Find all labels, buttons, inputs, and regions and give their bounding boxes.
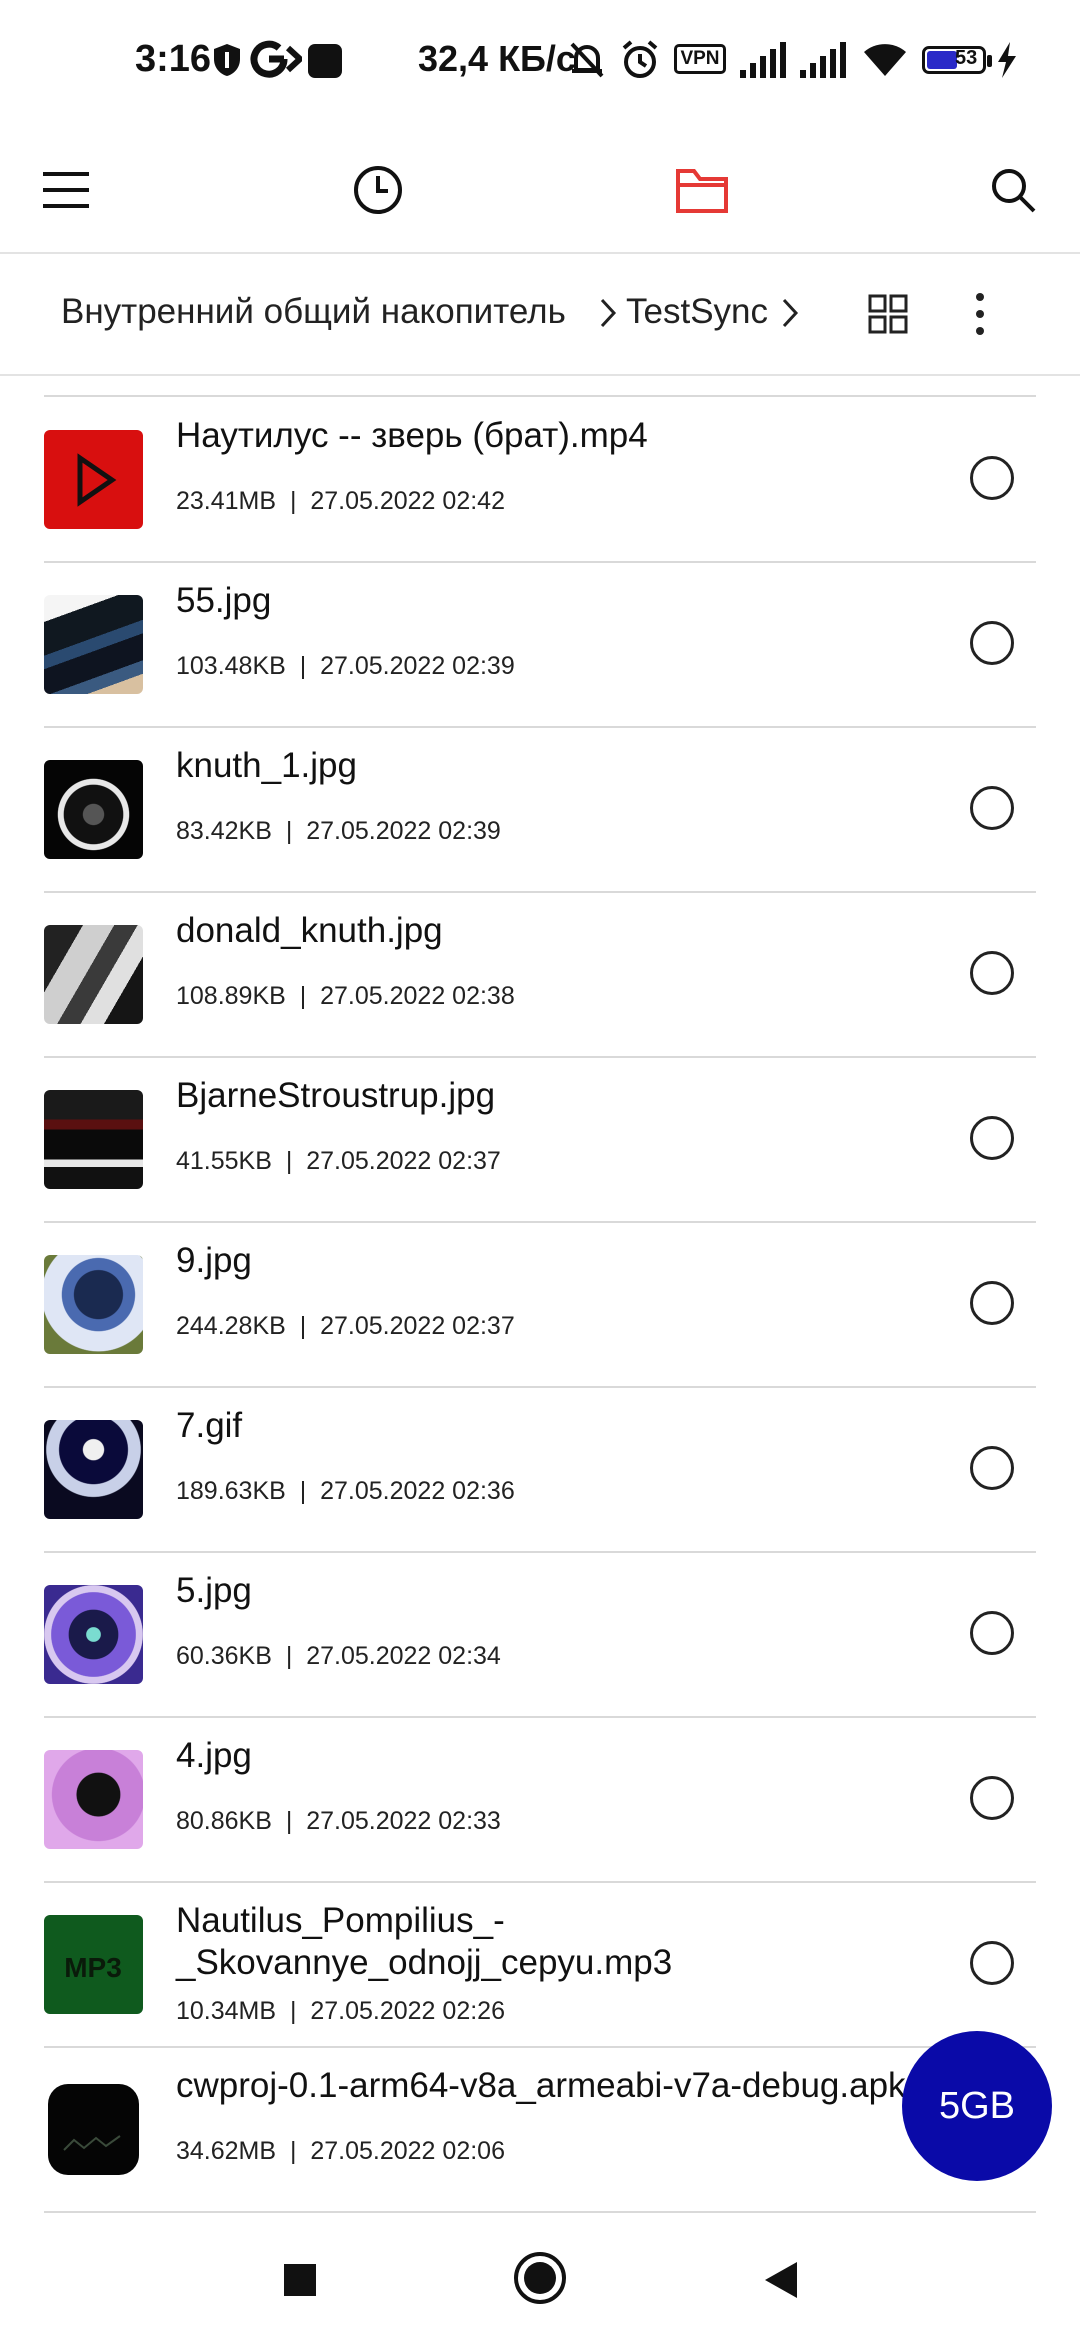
file-name: Nautilus_Pompilius_-_Skovannye_odnojj_ce… [176, 1901, 673, 1982]
breadcrumb-root[interactable]: Внутренний общий накопитель [61, 292, 566, 332]
home-button[interactable] [508, 2246, 572, 2310]
search-icon [992, 169, 1036, 213]
play-icon [77, 453, 117, 507]
file-name: 55.jpg [176, 581, 272, 620]
menu-button[interactable] [26, 150, 106, 230]
network-speed: 32,4 КБ/с [418, 38, 576, 79]
breadcrumb: Внутренний общий накопитель TestSync [0, 254, 1080, 376]
file-meta: 41.55KB | 27.05.2022 02:37 [176, 1147, 501, 1175]
files-button[interactable] [662, 150, 742, 230]
alarm-icon [622, 40, 658, 78]
battery-icon: 53 [922, 46, 992, 74]
file-name: donald_knuth.jpg [176, 911, 443, 950]
file-meta: 23.41MB | 27.05.2022 02:42 [176, 487, 505, 515]
image-thumbnail [44, 1090, 143, 1189]
file-row[interactable]: donald_knuth.jpg 108.89KB | 27.05.2022 0… [44, 892, 1036, 1058]
file-name: knuth_1.jpg [176, 746, 357, 785]
file-meta: 34.62MB | 27.05.2022 02:06 [176, 2137, 505, 2165]
image-thumbnail [44, 1420, 143, 1519]
select-radio[interactable] [970, 1281, 1014, 1325]
recents-button[interactable] [270, 2250, 330, 2310]
file-meta: 83.42KB | 27.05.2022 02:39 [176, 817, 501, 845]
file-meta: 60.36KB | 27.05.2022 02:34 [176, 1642, 501, 1670]
svg-text:MP3: MP3 [64, 1952, 122, 1983]
file-row[interactable]: BjarneStroustrup.jpg 41.55KB | 27.05.202… [44, 1057, 1036, 1223]
shield-icon [214, 44, 240, 76]
select-radio[interactable] [970, 951, 1014, 995]
file-name: 7.gif [176, 1406, 243, 1445]
mp3-thumbnail: MP3 [44, 1915, 143, 2014]
signal-icon [800, 42, 846, 78]
chevron-right-icon [782, 298, 799, 328]
mute-bell-icon [570, 42, 604, 78]
file-meta: 80.86KB | 27.05.2022 02:33 [176, 1807, 501, 1835]
image-thumbnail [44, 1750, 143, 1849]
back-button[interactable] [752, 2250, 812, 2310]
circle-icon [514, 2252, 566, 2304]
chevron-right-icon [600, 298, 617, 328]
file-row[interactable]: 9.jpg 244.28KB | 27.05.2022 02:37 [44, 1222, 1036, 1388]
app-square-icon [308, 44, 342, 78]
breadcrumb-current[interactable]: TestSync [626, 292, 768, 332]
square-icon [284, 2264, 316, 2296]
image-thumbnail [44, 760, 143, 859]
select-radio[interactable] [970, 786, 1014, 830]
status-bar: 3:16 32,4 КБ/с VPN 53 [0, 0, 1080, 120]
file-row[interactable]: 7.gif 189.63KB | 27.05.2022 02:36 [44, 1387, 1036, 1553]
image-thumbnail [44, 1585, 143, 1684]
triangle-back-icon [765, 2262, 797, 2298]
clock-icon [354, 166, 402, 214]
more-options-button[interactable] [940, 274, 1020, 354]
select-radio[interactable] [970, 1116, 1014, 1160]
file-row[interactable]: Наутилус -- зверь (брат).mp4 23.41MB | 2… [44, 397, 1036, 563]
file-row[interactable]: knuth_1.jpg 83.42KB | 27.05.2022 02:39 [44, 727, 1036, 893]
status-time: 3:16 [135, 38, 212, 80]
file-meta: 108.89KB | 27.05.2022 02:38 [176, 982, 515, 1010]
file-name: 4.jpg [176, 1736, 252, 1775]
select-radio[interactable] [970, 1776, 1014, 1820]
apk-thumbnail [44, 2080, 143, 2179]
file-name: BjarneStroustrup.jpg [176, 1076, 496, 1115]
wifi-icon [864, 44, 906, 76]
grid-view-icon [868, 294, 908, 334]
storage-fab[interactable]: 5GB [902, 2031, 1052, 2181]
image-thumbnail [44, 1255, 143, 1354]
file-meta: 103.48KB | 27.05.2022 02:39 [176, 652, 515, 680]
google-icon [250, 40, 302, 78]
file-meta: 10.34MB | 27.05.2022 02:26 [176, 1997, 505, 2025]
video-thumbnail [44, 430, 143, 529]
file-row[interactable]: 55.jpg 103.48KB | 27.05.2022 02:39 [44, 562, 1036, 728]
file-row[interactable]: cwproj-0.1-arm64-v8a_armeabi-v7a-debug.a… [44, 2047, 1036, 2213]
file-meta: 189.63KB | 27.05.2022 02:36 [176, 1477, 515, 1505]
file-name: 5.jpg [176, 1571, 252, 1610]
search-button[interactable] [973, 150, 1053, 230]
select-radio[interactable] [970, 1941, 1014, 1985]
file-row[interactable]: MP3 Nautilus_Pompilius_-_Skovannye_odnoj… [44, 1882, 1036, 2048]
file-row[interactable]: 5.jpg 60.36KB | 27.05.2022 02:34 [44, 1552, 1036, 1718]
file-meta: 244.28KB | 27.05.2022 02:37 [176, 1312, 515, 1340]
select-radio[interactable] [970, 621, 1014, 665]
select-radio[interactable] [970, 1611, 1014, 1655]
folder-icon [676, 169, 728, 213]
image-thumbnail [44, 595, 143, 694]
grid-view-button[interactable] [848, 274, 928, 354]
system-navbar [0, 2220, 1080, 2340]
mp3-icon: MP3 [64, 1952, 122, 1983]
file-name: cwproj-0.1-arm64-v8a_armeabi-v7a-debug.a… [176, 2066, 906, 2105]
top-toolbar [0, 120, 1080, 254]
recent-button[interactable] [338, 150, 418, 230]
charging-icon [998, 42, 1016, 78]
battery-level: 53 [955, 47, 978, 69]
file-name: Наутилус -- зверь (брат).mp4 [176, 416, 648, 455]
apk-app-icon [48, 2084, 139, 2175]
image-thumbnail [44, 925, 143, 1024]
select-radio[interactable] [970, 1446, 1014, 1490]
hamburger-icon [43, 172, 89, 208]
select-radio[interactable] [970, 456, 1014, 500]
vpn-badge: VPN [674, 44, 726, 74]
signal-icon [740, 42, 786, 78]
file-row[interactable]: 4.jpg 80.86KB | 27.05.2022 02:33 [44, 1717, 1036, 1883]
file-name: 9.jpg [176, 1241, 252, 1280]
more-vert-icon [976, 293, 984, 335]
